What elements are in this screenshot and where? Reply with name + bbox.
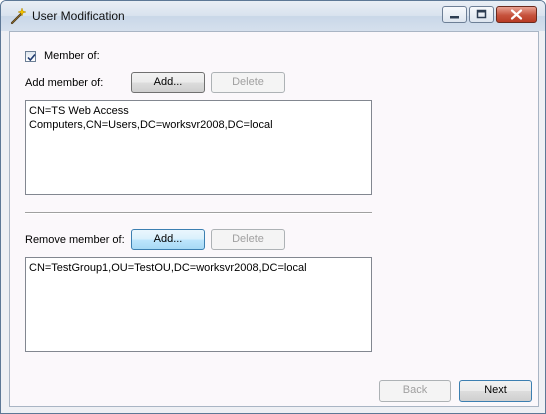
add-member-of-list[interactable]: CN=TS Web Access Computers,CN=Users,DC=w… [25, 100, 372, 195]
minimize-button[interactable] [442, 6, 467, 23]
window-title: User Modification [32, 9, 125, 23]
list-item[interactable]: CN=TestGroup1,OU=TestOU,DC=worksvr2008,D… [29, 261, 368, 275]
back-button[interactable]: Back [379, 380, 451, 402]
add-member-of-delete-button[interactable]: Delete [211, 72, 285, 93]
minimize-icon [450, 16, 459, 19]
add-member-of-label: Add member of: [25, 77, 104, 89]
checkmark-icon [27, 53, 36, 62]
close-icon [510, 9, 523, 20]
remove-member-of-list[interactable]: CN=TestGroup1,OU=TestOU,DC=worksvr2008,D… [25, 257, 372, 352]
close-button[interactable] [496, 6, 537, 23]
remove-member-of-delete-button[interactable]: Delete [211, 229, 285, 250]
list-item[interactable]: CN=TS Web Access Computers,CN=Users,DC=w… [29, 104, 368, 132]
add-member-of-add-button[interactable]: Add... [131, 72, 205, 93]
section-divider [25, 212, 372, 214]
remove-member-of-add-button[interactable]: Add... [131, 229, 205, 250]
member-of-label[interactable]: Member of: [44, 50, 100, 62]
magic-wand-icon [9, 7, 27, 25]
member-of-checkbox[interactable] [25, 51, 36, 62]
dialog-window: User Modification Member of: Add member … [0, 0, 546, 414]
next-button[interactable]: Next [459, 380, 532, 402]
maximize-button[interactable] [469, 6, 494, 23]
title-bar[interactable]: User Modification [1, 1, 545, 31]
client-area: Member of: Add member of: Add... Delete … [9, 31, 539, 407]
maximize-icon [476, 9, 487, 19]
remove-member-of-label: Remove member of: [25, 234, 125, 246]
